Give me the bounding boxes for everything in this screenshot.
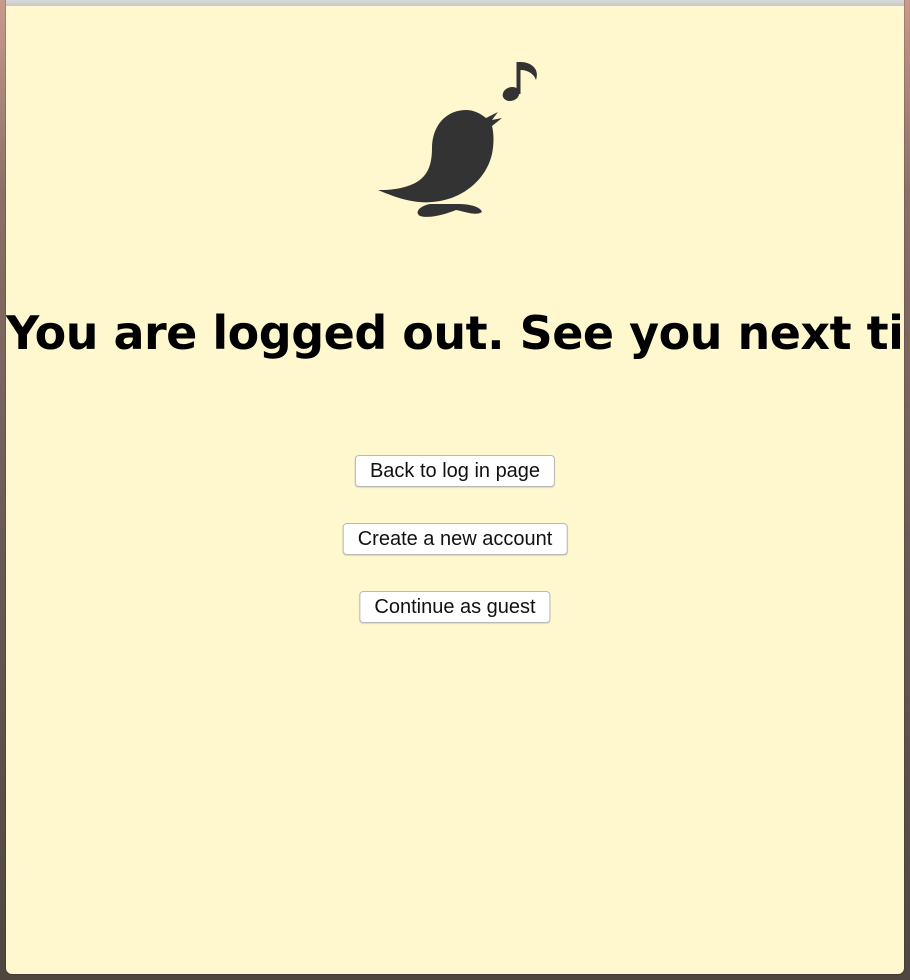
- singing-bird-icon: [378, 62, 537, 217]
- logout-message: You are logged out. See you next time!: [6, 306, 904, 360]
- window-top-edge: [6, 0, 904, 6]
- create-account-button[interactable]: Create a new account: [342, 523, 568, 555]
- app-window: You are logged out. See you next time! B…: [6, 0, 904, 974]
- back-to-login-button[interactable]: Back to log in page: [354, 455, 556, 487]
- continue-as-guest-button[interactable]: Continue as guest: [359, 591, 551, 623]
